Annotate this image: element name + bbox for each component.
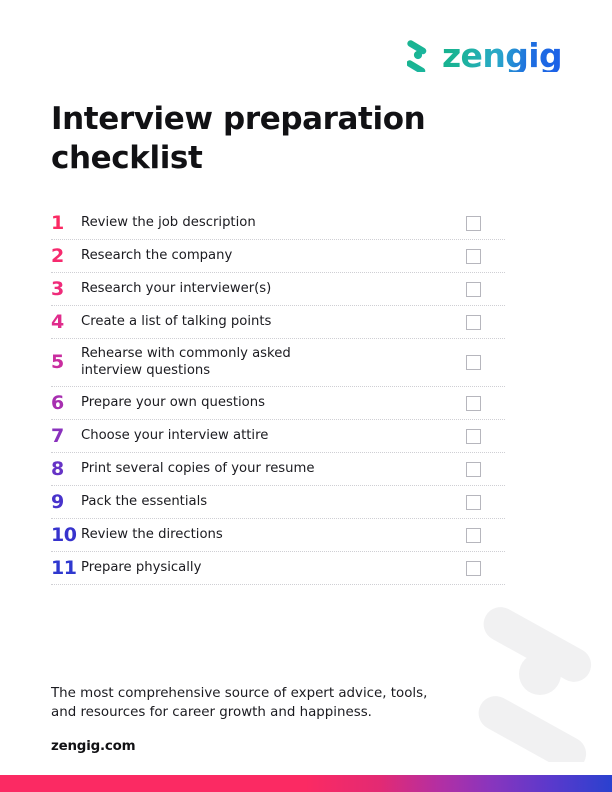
checklist-page: zengig Interview preparation checklist 1… — [0, 0, 612, 792]
checklist-item-checkbox[interactable] — [466, 355, 481, 370]
checklist-row[interactable]: 10 Review the directions — [51, 519, 505, 552]
checklist-row[interactable]: 7 Choose your interview attire — [51, 420, 505, 453]
checklist-item-checkbox[interactable] — [466, 494, 481, 510]
bottom-gradient-bar — [0, 775, 612, 792]
checklist-row[interactable]: 2 Research the company — [51, 240, 505, 273]
checklist-item-number: 2 — [51, 244, 64, 267]
checklist-item-number: 1 — [51, 211, 64, 234]
checklist-item-checkbox[interactable] — [466, 215, 481, 231]
checklist-item-checkbox[interactable] — [466, 461, 481, 477]
brand-wordmark: zengig — [441, 35, 563, 75]
zengig-z-mark-icon — [406, 38, 433, 72]
checklist-item-checkbox[interactable] — [466, 281, 481, 297]
page-title: Interview preparation checklist — [51, 101, 426, 177]
checklist-item-checkbox[interactable] — [466, 527, 481, 543]
checklist-item-number: 4 — [51, 310, 64, 333]
checklist-item-checkbox[interactable] — [466, 560, 481, 576]
checklist-item-label: Print several copies of your resume — [81, 460, 315, 476]
checklist-row[interactable]: 8 Print several copies of your resume — [51, 453, 505, 486]
checklist-item-label: Review the job description — [81, 214, 256, 230]
checklist-item-label: Choose your interview attire — [81, 427, 269, 443]
footer: The most comprehensive source of expert … — [51, 684, 481, 754]
checklist-item-label: Create a list of talking points — [81, 313, 272, 329]
checklist-item-number: 9 — [51, 490, 64, 513]
checklist-item-number: 10 — [51, 523, 77, 546]
checklist-item-number: 6 — [51, 391, 64, 414]
checklist-row[interactable]: 11 Prepare physically — [51, 552, 505, 585]
checklist-row[interactable]: 1 Review the job description — [51, 207, 505, 240]
checklist-row[interactable]: 9 Pack the essentials — [51, 486, 505, 519]
checklist-row[interactable]: 3 Research your interviewer(s) — [51, 273, 505, 306]
checklist-item-label: Review the directions — [81, 526, 223, 542]
checklist-item-checkbox[interactable] — [466, 314, 481, 330]
checklist-item-label: Research your interviewer(s) — [81, 280, 272, 296]
checklist-item-label: Rehearse with commonly asked interview q… — [81, 346, 291, 378]
checklist-row[interactable]: 4 Create a list of talking points — [51, 306, 505, 339]
checklist-row[interactable]: 6 Prepare your own questions — [51, 387, 505, 420]
footer-website: zengig.com — [51, 739, 136, 755]
checklist-item-label: Prepare your own questions — [81, 394, 265, 410]
checklist-item-number: 3 — [51, 277, 64, 300]
checklist-item-label: Prepare physically — [81, 559, 202, 575]
checklist-item-number: 8 — [51, 457, 64, 480]
checklist-item-number: 7 — [51, 424, 64, 447]
checklist-item-label: Research the company — [81, 247, 233, 263]
footer-tagline: The most comprehensive source of expert … — [51, 686, 428, 721]
checklist-item-label: Pack the essentials — [81, 493, 208, 509]
brand-logo: zengig — [406, 35, 563, 75]
checklist-item-number: 5 — [51, 351, 64, 373]
checklist-row[interactable]: 5 Rehearse with commonly asked interview … — [51, 339, 505, 387]
checklist-item-checkbox[interactable] — [466, 428, 481, 444]
checklist-item-checkbox[interactable] — [466, 395, 481, 411]
checklist-item-checkbox[interactable] — [466, 248, 481, 264]
zengig-z-watermark-icon — [476, 587, 612, 762]
checklist: 1 Review the job description 2 Research the… — [51, 207, 505, 585]
checklist-item-number: 11 — [51, 556, 77, 579]
